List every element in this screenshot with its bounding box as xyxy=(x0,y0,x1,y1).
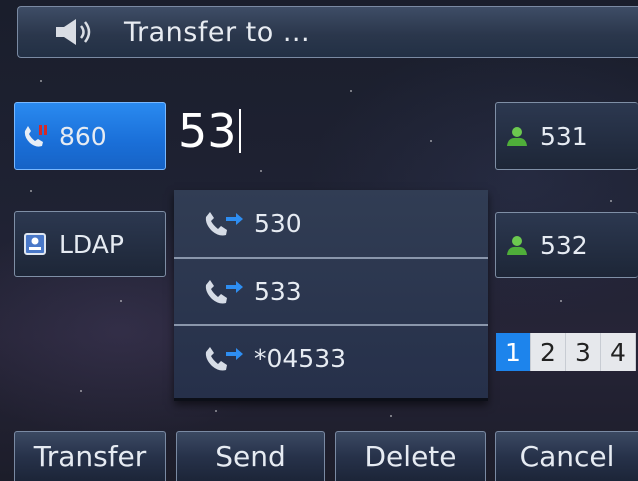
page-3-tab[interactable]: 3 xyxy=(566,333,601,371)
line-key-label: 532 xyxy=(540,230,588,260)
dial-number-input[interactable]: 53 xyxy=(178,100,241,162)
page-1-tab[interactable]: 1 xyxy=(496,333,531,371)
directory-book-icon xyxy=(24,233,46,255)
dialed-call-icon xyxy=(205,279,243,303)
delete-button[interactable]: Delete xyxy=(335,431,486,481)
softkey-bar: Transfer Send Delete Cancel xyxy=(0,428,638,481)
suggestion-label: 533 xyxy=(254,277,302,306)
speaker-volume-icon xyxy=(56,19,91,45)
page-2-tab[interactable]: 2 xyxy=(531,333,566,371)
page-4-tab[interactable]: 4 xyxy=(601,333,636,371)
suggestion-label: *04533 xyxy=(254,344,347,373)
title-bar: Transfer to ... xyxy=(17,6,638,58)
send-button[interactable]: Send xyxy=(176,431,325,481)
number-suggestion-list: 530 533 *04533 xyxy=(174,190,488,401)
contact-person-icon xyxy=(507,236,527,255)
line-key-531[interactable]: 531 xyxy=(495,102,638,170)
suggestion-item-530[interactable]: 530 xyxy=(174,190,488,257)
page-indicator: 1 2 3 4 xyxy=(496,333,638,371)
dial-number-text: 53 xyxy=(178,104,237,158)
line-key-label: LDAP xyxy=(59,229,124,259)
line-key-ldap[interactable]: LDAP xyxy=(14,211,166,277)
text-caret xyxy=(238,109,241,153)
contact-person-icon xyxy=(507,127,527,146)
line-key-label: 860 xyxy=(59,121,107,151)
suggestion-item-533[interactable]: 533 xyxy=(174,257,488,324)
suggestion-label: 530 xyxy=(254,209,302,238)
line-key-532[interactable]: 532 xyxy=(495,212,638,278)
missed-call-icon xyxy=(24,125,47,147)
line-key-860[interactable]: 860 xyxy=(14,102,166,170)
cancel-button[interactable]: Cancel xyxy=(495,431,638,481)
transfer-button[interactable]: Transfer xyxy=(14,431,166,481)
line-key-label: 531 xyxy=(540,121,588,151)
suggestion-item-04533[interactable]: *04533 xyxy=(174,324,488,391)
dialed-call-icon xyxy=(205,211,243,235)
dialed-call-icon xyxy=(205,346,243,370)
page-title: Transfer to ... xyxy=(124,16,311,48)
